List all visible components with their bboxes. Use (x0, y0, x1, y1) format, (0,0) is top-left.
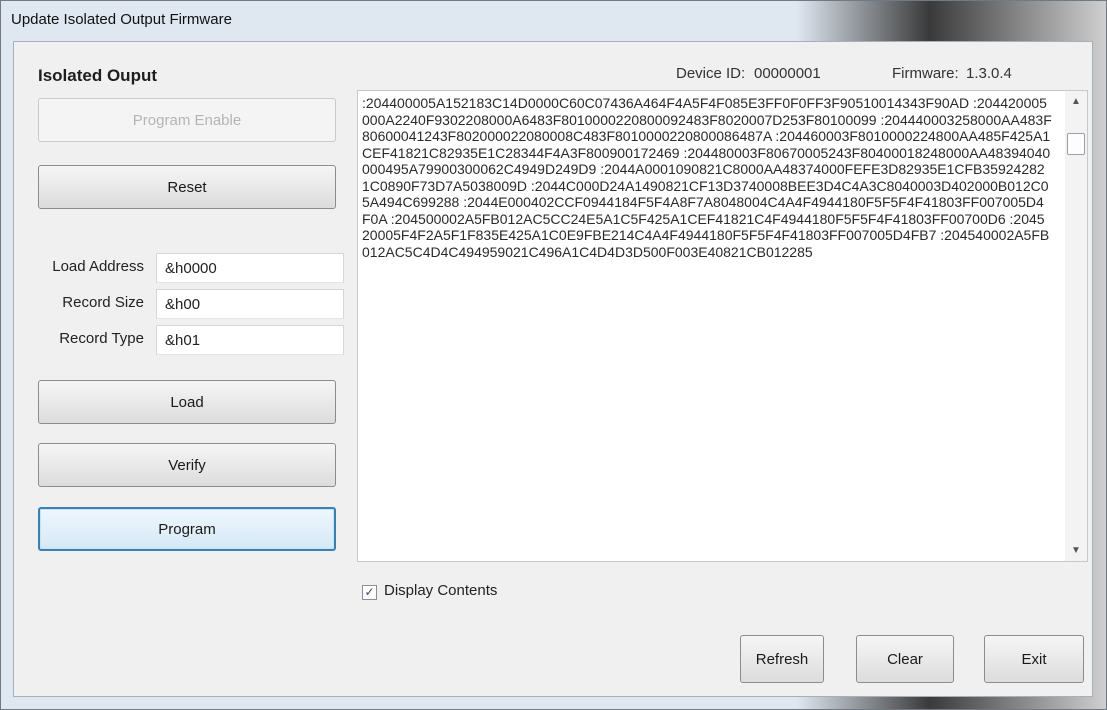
app-window: Update Isolated Output Firmware Isolated… (0, 0, 1107, 710)
load-button[interactable]: Load (38, 380, 336, 424)
title-bar[interactable]: Update Isolated Output Firmware (1, 1, 1106, 41)
refresh-button[interactable]: Refresh (740, 635, 824, 683)
firmware-value: 1.3.0.4 (966, 65, 1012, 82)
panel-heading: Isolated Ouput (38, 66, 157, 85)
exit-button[interactable]: Exit (984, 635, 1084, 683)
program-enable-button[interactable]: Program Enable (38, 98, 336, 142)
record-type-field[interactable]: &h01 (156, 325, 344, 355)
device-id-value: 00000001 (754, 65, 821, 82)
scroll-down-arrow-icon[interactable]: ▼ (1071, 545, 1081, 556)
device-id-label: Device ID: (676, 65, 746, 82)
hex-contents-textbox[interactable]: :204400005A152183C14D0000C60C07436A464F4… (357, 90, 1088, 562)
record-type-label: Record Type (59, 330, 144, 347)
verify-button[interactable]: Verify (38, 443, 336, 487)
scrollbar-thumb[interactable] (1067, 133, 1085, 155)
record-size-label: Record Size (62, 294, 144, 311)
load-address-label: Load Address (52, 258, 144, 275)
program-button[interactable]: Program (38, 507, 336, 551)
checkmark-icon: ✓ (364, 585, 375, 599)
load-address-field[interactable]: &h0000 (156, 253, 344, 283)
clear-button[interactable]: Clear (856, 635, 954, 683)
scroll-up-arrow-icon[interactable]: ▲ (1071, 96, 1081, 107)
display-contents-label[interactable]: Display Contents (384, 582, 497, 599)
display-contents-checkbox[interactable]: ✓ (362, 585, 377, 600)
firmware-label: Firmware: (892, 65, 959, 82)
reset-button[interactable]: Reset (38, 165, 336, 209)
window-title: Update Isolated Output Firmware (11, 11, 232, 28)
vertical-scrollbar[interactable]: ▲ ▼ (1065, 91, 1087, 561)
firmware-panel: Isolated Ouput Device ID: 00000001 Firmw… (13, 41, 1093, 697)
record-size-field[interactable]: &h00 (156, 289, 344, 319)
hex-contents-text: :204400005A152183C14D0000C60C07436A464F4… (362, 95, 1052, 260)
